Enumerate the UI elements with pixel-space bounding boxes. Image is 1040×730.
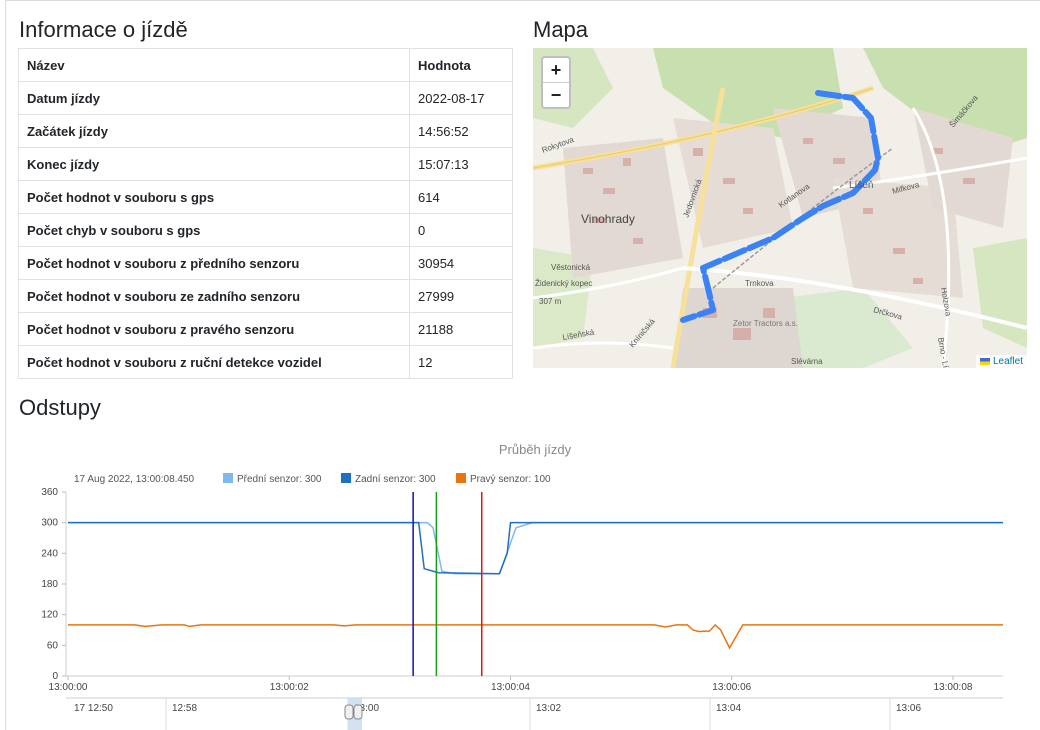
- navigator-label: 13:06: [896, 703, 921, 714]
- map-view[interactable]: Vinohrady Líšeň Jedovnická Rokytova Trnk…: [533, 48, 1027, 368]
- table-row: Počet hodnot v souboru z pravého senzoru…: [18, 312, 513, 346]
- navigator-label: 12:58: [172, 703, 197, 714]
- row-value: 2022-08-17: [409, 81, 513, 115]
- row-value: 14:56:52: [409, 114, 513, 148]
- navigator-handle-right[interactable]: [353, 704, 363, 720]
- row-name: Počet hodnot v souboru s gps: [18, 180, 410, 214]
- map-tiles: Vinohrady Líšeň Jedovnická Rokytova Trnk…: [533, 48, 1027, 368]
- x-tick-label: 13:00:08: [934, 682, 973, 693]
- odstupy-chart[interactable]: Průběh jízdy 17 Aug 2022, 13:00:08.450 Pře…: [18, 436, 1018, 730]
- y-tick-label: 360: [41, 487, 58, 498]
- table-row: Počet hodnot v souboru ze zadního senzor…: [18, 279, 513, 313]
- chart-title: Průběh jízdy: [499, 442, 572, 457]
- table-row: Konec jízdy 15:07:13: [18, 147, 513, 181]
- row-name: Počet hodnot v souboru z ruční detekce v…: [18, 345, 410, 379]
- row-name: Počet hodnot v souboru ze zadního senzor…: [18, 279, 410, 313]
- series-line-2: [68, 521, 1003, 575]
- y-tick-label: 0: [52, 671, 58, 682]
- map-label: Líšeň: [849, 180, 873, 191]
- legend-swatch: [223, 473, 233, 483]
- table-row: Počet hodnot v souboru z ruční detekce v…: [18, 345, 513, 379]
- row-name: Datum jízdy: [18, 81, 410, 115]
- table-row: Datum jízdy 2022-08-17: [18, 81, 513, 115]
- zoom-in-button[interactable]: +: [543, 58, 569, 82]
- navigator-label: 13:02: [536, 703, 561, 714]
- row-value: 0: [409, 213, 513, 247]
- ukraine-flag-icon: [979, 358, 990, 365]
- x-tick-label: 13:00:06: [712, 682, 751, 693]
- y-tick-label: 60: [47, 640, 59, 651]
- info-title: Informace o jízdě: [19, 17, 188, 42]
- row-name: Počet chyb v souboru s gps: [18, 213, 410, 247]
- row-name: Konec jízdy: [18, 147, 410, 181]
- row-value: 21188: [409, 312, 513, 346]
- x-tick-label: 13:00:04: [491, 682, 530, 693]
- row-name: Začátek jízdy: [18, 114, 410, 148]
- navigator-label: 13:04: [716, 703, 741, 714]
- x-tick-label: 13:00:00: [49, 682, 88, 693]
- map-label: Vinohrady: [581, 212, 635, 226]
- row-value: 12: [409, 345, 513, 379]
- table-row: Počet hodnot v souboru s gps 614: [18, 180, 513, 214]
- table-row: Počet chyb v souboru s gps 0: [18, 213, 513, 247]
- x-tick-label: 13:00:02: [270, 682, 309, 693]
- row-value: 614: [409, 180, 513, 214]
- map-label: Zetor Tractors a.s.: [733, 319, 798, 328]
- map-attribution[interactable]: Leaflet: [975, 355, 1027, 368]
- zoom-control: + −: [541, 56, 571, 109]
- navigator-label: 17 12:50: [74, 703, 113, 714]
- header-name: Název: [18, 48, 410, 82]
- row-name: Počet hodnot v souboru z pravého senzoru: [18, 312, 410, 346]
- series-line-1: [68, 521, 1003, 575]
- series-line-3: [68, 623, 1003, 650]
- map-label: Slévárna: [791, 357, 823, 366]
- map-label: 307 m: [539, 297, 562, 306]
- row-value: 15:07:13: [409, 147, 513, 181]
- map-label: Věstonická: [551, 263, 591, 272]
- legend-swatch: [456, 473, 466, 483]
- row-value: 30954: [409, 246, 513, 280]
- y-tick-label: 300: [41, 518, 58, 529]
- navigator-handle-left[interactable]: [344, 704, 354, 720]
- map-label: Židenický kopec: [535, 279, 592, 288]
- legend-entry: Přední senzor: 300: [237, 474, 322, 485]
- odstupy-title: Odstupy: [19, 395, 101, 420]
- map-label: Trnkova: [745, 279, 774, 288]
- row-name: Počet hodnot v souboru z předního senzor…: [18, 246, 410, 280]
- info-table: Název Hodnota Datum jízdy 2022-08-17 Začát…: [18, 48, 513, 379]
- table-row: Počet hodnot v souboru z předního senzor…: [18, 246, 513, 280]
- legend-time: 17 Aug 2022, 13:00:08.450: [74, 474, 195, 485]
- y-tick-label: 120: [41, 610, 58, 621]
- legend-entry: Pravý senzor: 100: [470, 474, 551, 485]
- map-title: Mapa: [533, 17, 589, 42]
- attribution-link[interactable]: Leaflet: [993, 356, 1023, 367]
- legend-entry: Zadní senzor: 300: [355, 474, 436, 485]
- row-value: 27999: [409, 279, 513, 313]
- y-tick-label: 240: [41, 548, 58, 559]
- table-row: Začátek jízdy 14:56:52: [18, 114, 513, 148]
- header-value: Hodnota: [409, 48, 513, 82]
- legend-swatch: [341, 473, 351, 483]
- y-tick-label: 180: [41, 579, 58, 590]
- chart-svg: Průběh jízdy 17 Aug 2022, 13:00:08.450 Pře…: [41, 442, 1003, 730]
- table-header-row: Název Hodnota: [18, 48, 513, 82]
- zoom-out-button[interactable]: −: [543, 82, 569, 107]
